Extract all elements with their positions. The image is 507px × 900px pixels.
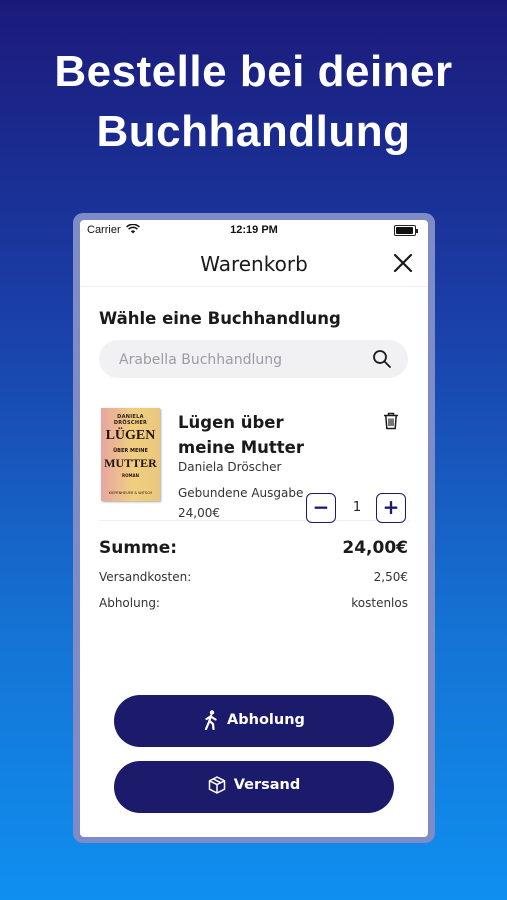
nav-bar: Warenkorb bbox=[80, 240, 428, 287]
headline-line-1: Bestelle bei deiner bbox=[54, 47, 453, 96]
page-title: Warenkorb bbox=[200, 252, 308, 276]
pickup-button-label: Abholung bbox=[227, 712, 305, 728]
cover-author: DANIELA DRÖSCHER bbox=[113, 414, 148, 426]
book-title: Lügen über meine Mutter bbox=[178, 413, 304, 457]
book-author: Daniela Dröscher bbox=[178, 460, 282, 474]
cover-title-line-2: ÜBER MEINE bbox=[113, 448, 148, 454]
headline-line-2: Buchhandlung bbox=[96, 107, 411, 156]
clock: 12:19 PM bbox=[230, 224, 278, 236]
headline: Bestelle bei deiner Buchhandlung bbox=[0, 42, 507, 162]
walking-person-icon bbox=[204, 710, 217, 731]
store-search[interactable] bbox=[99, 340, 408, 380]
package-icon bbox=[208, 776, 225, 794]
battery-icon bbox=[394, 225, 418, 236]
trash-icon[interactable] bbox=[383, 412, 399, 430]
increase-quantity-button[interactable]: + bbox=[376, 493, 406, 523]
cover-publisher: KIEPENHEUER & WITSCH bbox=[108, 491, 153, 495]
shipping-cost-value: 2,50€ bbox=[373, 570, 408, 584]
pickup-button-content: Abholung bbox=[114, 710, 394, 731]
pickup-button[interactable]: Abholung bbox=[114, 695, 394, 747]
cover-title-line-3: MUTTER bbox=[104, 456, 157, 470]
book-format: Gebundene Ausgabe bbox=[178, 486, 304, 500]
cover-title-line-1: LÜGEN bbox=[105, 428, 156, 443]
cart-screen: Carrier 12:19 PM Warenkorb Wähle eine Bu… bbox=[80, 220, 428, 837]
status-bar: Carrier 12:19 PM bbox=[80, 220, 428, 240]
pickup-cost-value: kostenlos bbox=[351, 596, 408, 610]
quantity-value: 1 bbox=[352, 500, 362, 515]
book-cover: DANIELA DRÖSCHER LÜGEN ÜBER MEINE MUTTER… bbox=[101, 408, 160, 501]
store-section-title: Wähle eine Buchhandlung bbox=[99, 309, 341, 328]
shipping-button-content: Versand bbox=[114, 776, 394, 794]
book-price: 24,00€ bbox=[178, 506, 220, 520]
shipping-button[interactable]: Versand bbox=[114, 761, 394, 813]
shipping-button-label: Versand bbox=[233, 777, 301, 793]
sum-label: Summe: bbox=[99, 538, 178, 558]
search-icon[interactable] bbox=[372, 349, 392, 369]
pickup-cost-label: Abholung: bbox=[99, 596, 160, 610]
sum-value: 24,00€ bbox=[342, 538, 408, 558]
decrease-quantity-button[interactable]: − bbox=[306, 493, 336, 523]
close-icon[interactable] bbox=[392, 252, 414, 274]
cart-item: DANIELA DRÖSCHER LÜGEN ÜBER MEINE MUTTER… bbox=[99, 400, 409, 523]
cover-genre: ROMAN bbox=[122, 473, 139, 478]
store-search-input[interactable] bbox=[117, 340, 371, 380]
device-frame: Carrier 12:19 PM Warenkorb Wähle eine Bu… bbox=[73, 213, 435, 843]
shipping-cost-label: Versandkosten: bbox=[99, 570, 192, 584]
